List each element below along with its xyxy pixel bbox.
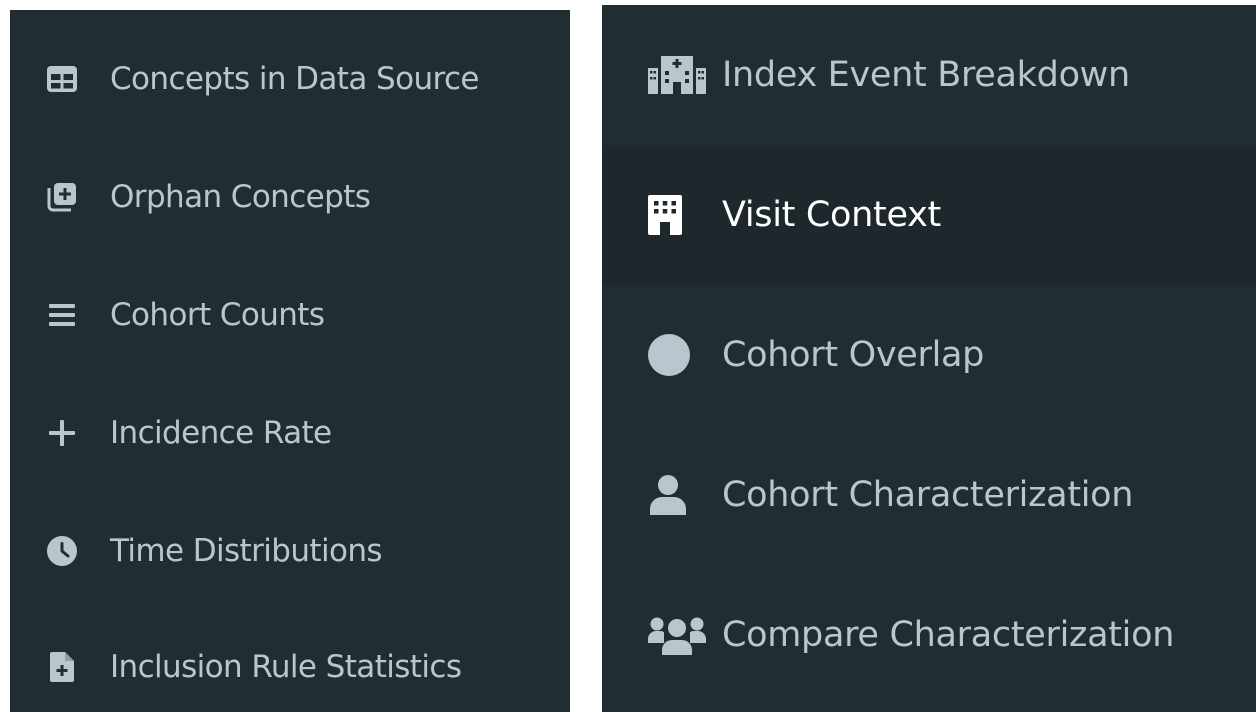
copy-plus-icon <box>46 181 78 213</box>
sidebar-item-cohort-characterization[interactable]: Cohort Characterization <box>602 425 1256 565</box>
clock-icon <box>46 535 78 567</box>
sidebar-item-concepts-in-data-source[interactable]: Concepts in Data Source <box>10 20 570 138</box>
sidebar-item-label: Cohort Counts <box>110 297 325 333</box>
sidebar-item-label: Compare Characterization <box>722 615 1175 655</box>
hospital-icon <box>648 193 708 237</box>
sidebar-item-time-distributions[interactable]: Time Distributions <box>10 492 570 610</box>
file-medical-icon <box>46 651 78 683</box>
sidebar-menu-right: Index Event Breakdown Visit Context Coho… <box>602 5 1256 712</box>
sidebar-item-cohort-overlap[interactable]: Cohort Overlap <box>602 285 1256 425</box>
users-icon <box>648 613 708 657</box>
sidebar-item-label: Inclusion Rule Statistics <box>110 649 462 685</box>
hospital-buildings-icon <box>648 53 708 97</box>
sidebar-item-index-event-breakdown[interactable]: Index Event Breakdown <box>602 5 1256 145</box>
sidebar-item-cohort-counts[interactable]: Cohort Counts <box>10 256 570 374</box>
sidebar-item-incidence-rate[interactable]: Incidence Rate <box>10 374 570 492</box>
sidebar-item-label: Cohort Overlap <box>722 335 985 375</box>
sidebar-item-inclusion-rule-statistics[interactable]: Inclusion Rule Statistics <box>10 608 570 712</box>
sidebar-item-visit-context[interactable]: Visit Context <box>602 145 1256 285</box>
sidebar-item-label: Visit Context <box>722 195 941 235</box>
sidebar-item-label: Orphan Concepts <box>110 179 371 215</box>
plus-icon <box>46 417 78 449</box>
user-icon <box>648 473 708 517</box>
circle-icon <box>648 333 708 377</box>
table-icon <box>46 63 78 95</box>
sidebar-item-label: Concepts in Data Source <box>110 61 479 97</box>
sidebar-item-label: Cohort Characterization <box>722 475 1134 515</box>
sidebar-item-orphan-concepts[interactable]: Orphan Concepts <box>10 138 570 256</box>
bars-icon <box>46 299 78 331</box>
sidebar-item-compare-characterization[interactable]: Compare Characterization <box>602 565 1256 705</box>
sidebar-menu-left: Concepts in Data Source Orphan Concepts … <box>10 10 570 712</box>
sidebar-item-label: Index Event Breakdown <box>722 55 1130 95</box>
sidebar-item-label: Incidence Rate <box>110 415 332 451</box>
sidebar-item-label: Time Distributions <box>110 533 383 569</box>
